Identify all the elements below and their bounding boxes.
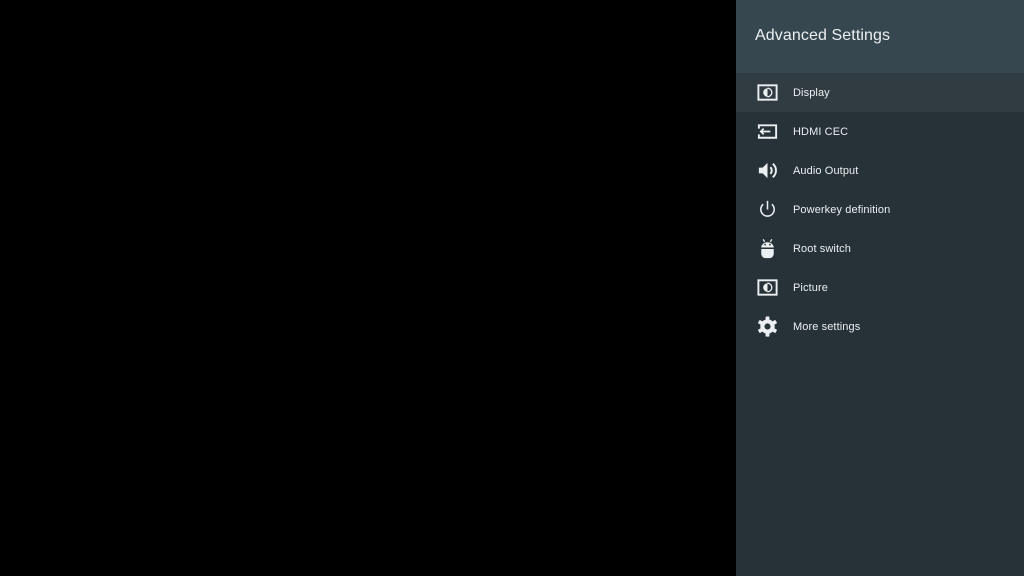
menu-item-label: HDMI CEC [793,125,849,138]
menu-item-hdmi-cec[interactable]: HDMI CEC [736,112,1024,151]
display-icon [756,81,779,104]
volume-icon [756,159,779,182]
panel-header: Advanced Settings [736,0,1024,73]
menu-item-label: Powerkey definition [793,203,891,216]
panel-title: Advanced Settings [755,26,891,44]
menu-item-more-settings[interactable]: More settings [736,307,1024,346]
menu-item-powerkey-definition[interactable]: Powerkey definition [736,190,1024,229]
menu-item-label: Audio Output [793,164,859,177]
picture-icon [756,276,779,299]
menu-item-label: Root switch [793,242,851,255]
menu-item-display[interactable]: Display [736,73,1024,112]
menu-item-label: Display [793,86,830,99]
settings-menu: Display HDMI CEC Audio Output Powerkey d… [736,73,1024,346]
hdmi-input-icon [756,120,779,143]
gear-icon [756,315,779,338]
menu-item-picture[interactable]: Picture [736,268,1024,307]
menu-item-root-switch[interactable]: Root switch [736,229,1024,268]
menu-item-label: More settings [793,320,861,333]
menu-item-label: Picture [793,281,828,294]
advanced-settings-panel: Advanced Settings Display HDMI CEC Audio [736,0,1024,576]
android-icon [756,237,779,260]
menu-item-audio-output[interactable]: Audio Output [736,151,1024,190]
power-icon [756,198,779,221]
tv-screen: Advanced Settings Display HDMI CEC Audio [0,0,1024,576]
